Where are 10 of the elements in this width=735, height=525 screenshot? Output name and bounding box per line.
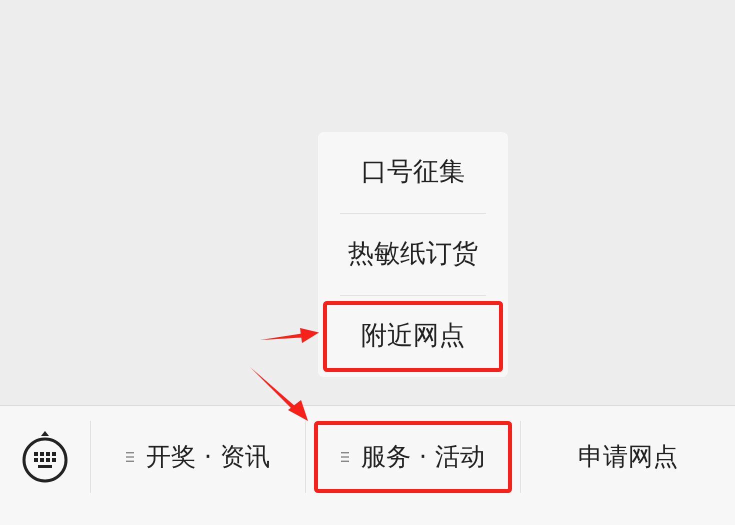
- submenu-item[interactable]: 口号征集: [323, 137, 503, 208]
- menu-icon: [341, 452, 350, 462]
- menu-icon: [126, 452, 134, 462]
- submenu-item[interactable]: 附近网点: [323, 301, 503, 372]
- keyboard-icon[interactable]: [21, 431, 69, 483]
- menu-tab[interactable]: 申请网点: [529, 421, 727, 493]
- submenu-item[interactable]: 热敏纸订货: [323, 219, 503, 290]
- menu-tab[interactable]: 开奖 · 资讯: [99, 421, 297, 493]
- menu-tab[interactable]: 服务 · 活动: [314, 421, 512, 493]
- annotation-arrow: [260, 328, 319, 343]
